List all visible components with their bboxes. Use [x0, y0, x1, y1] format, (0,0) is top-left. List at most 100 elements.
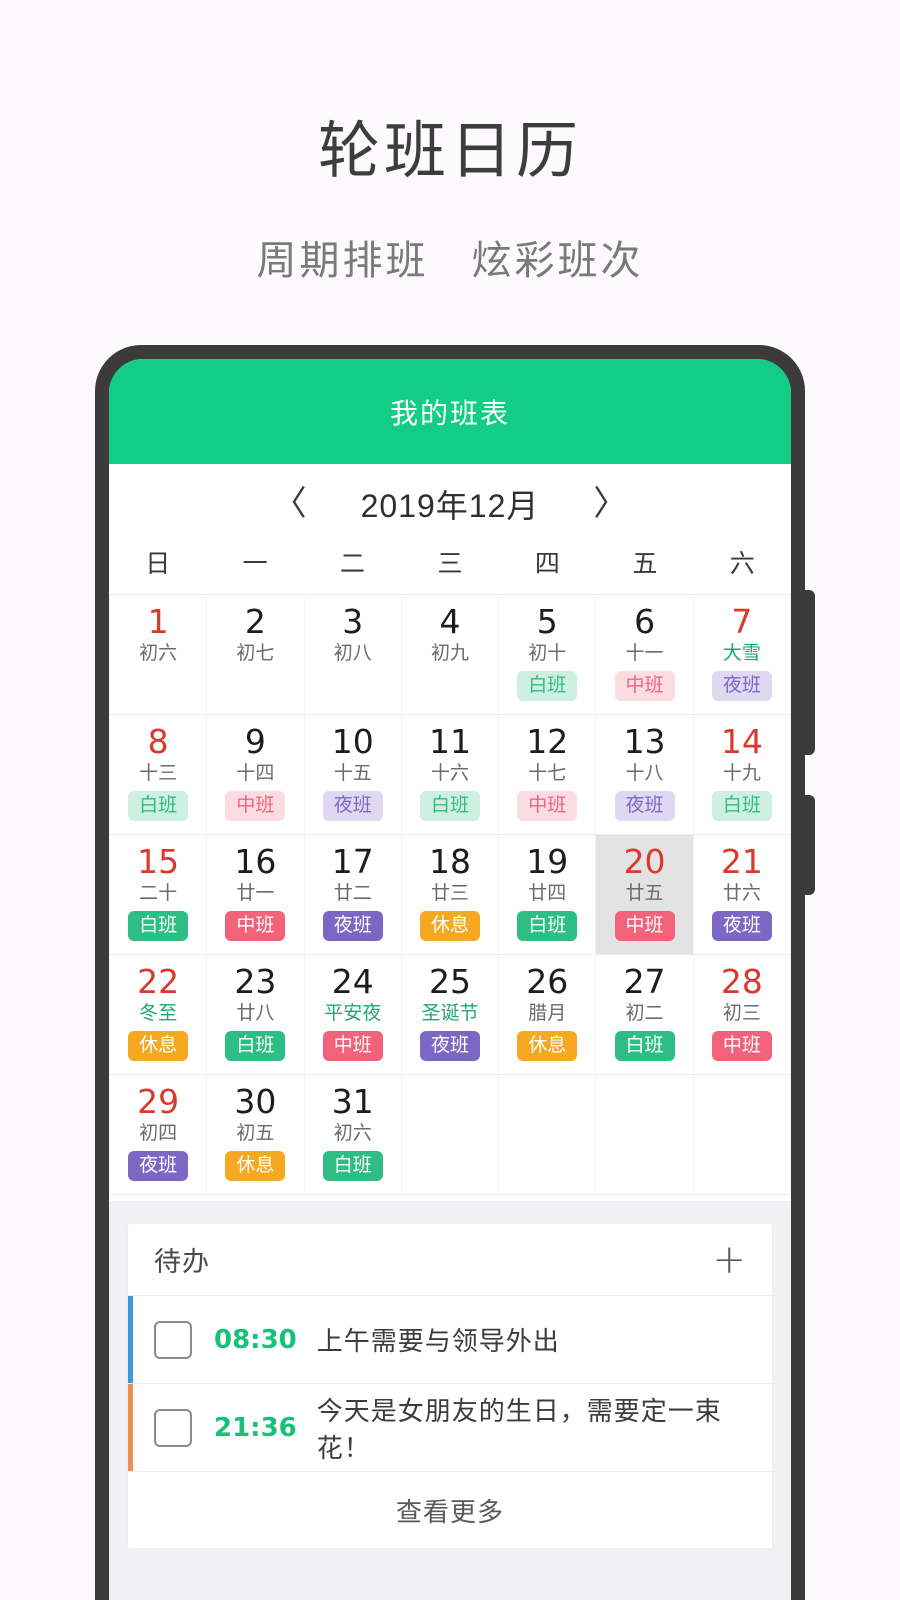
calendar-day-cell[interactable]: 21 廿六 夜班 — [693, 835, 791, 955]
lunar-label: 廿二 — [333, 882, 372, 904]
calendar-day-cell[interactable]: 7 大雪 夜班 — [693, 595, 791, 715]
day-number: 28 — [720, 962, 763, 1001]
day-number: 30 — [234, 1082, 277, 1121]
chevron-right-icon[interactable]: 〉 — [587, 487, 633, 521]
lunar-label: 初三 — [722, 1002, 761, 1024]
lunar-label: 十七 — [528, 762, 567, 784]
calendar-day-cell[interactable]: 22 冬至 休息 — [110, 955, 208, 1075]
lunar-label: 廿五 — [625, 882, 664, 904]
calendar-empty-cell — [499, 1075, 597, 1195]
todo-section: 待办 + 08:30 上午需要与领导外出 21:36 今天是女朋友的生日，需要定一束花… — [109, 1201, 791, 1600]
weekday-label: 四 — [534, 550, 560, 578]
lunar-label: 初十 — [528, 642, 567, 664]
shift-badge: 夜班 — [711, 910, 772, 942]
calendar-day-cell[interactable]: 31 初六 白班 — [304, 1075, 402, 1195]
day-number: 5 — [536, 602, 558, 641]
app-bar: 我的班表 — [109, 359, 791, 464]
calendar-day-cell[interactable]: 9 十四 中班 — [207, 715, 305, 835]
lunar-label: 十五 — [333, 762, 372, 784]
calendar-day-cell[interactable]: 15 二十 白班 — [110, 835, 208, 955]
calendar-day-cell[interactable]: 23 廿八 白班 — [207, 955, 305, 1075]
calendar-day-cell[interactable]: 24 平安夜 中班 — [304, 955, 402, 1075]
calendar-day-cell[interactable]: 28 初三中班 — [693, 955, 791, 1075]
lunar-label: 初七 — [236, 642, 275, 664]
lunar-label: 十八 — [625, 762, 664, 784]
day-number: 29 — [137, 1082, 180, 1121]
lunar-label: 初九 — [430, 642, 469, 664]
lunar-label: 十一 — [625, 642, 664, 664]
day-number: 19 — [526, 842, 569, 881]
calendar-day-cell[interactable]: 26 腊月 休息 — [499, 955, 597, 1075]
shift-badge: 白班 — [322, 1150, 383, 1182]
todo-list-item[interactable]: 08:30 上午需要与领导外出 — [128, 1296, 772, 1384]
todo-time: 08:30 — [214, 1324, 297, 1355]
phone-screen: 我的班表 〈 2019年12月 〉 日一二三四五六 1 初六 2 初七 3 初八 4 初九 5 初… — [109, 359, 791, 1600]
add-todo-icon[interactable]: + — [712, 1240, 746, 1280]
shift-badge: 中班 — [225, 910, 286, 942]
calendar-day-cell[interactable]: 10 十五 夜班 — [304, 715, 402, 835]
weekday-label: 六 — [729, 550, 755, 578]
calendar-day-cell[interactable]: 25 圣诞节 夜班 — [401, 955, 500, 1075]
todo-checkbox[interactable] — [154, 1408, 192, 1447]
lunar-label: 初四 — [139, 1122, 178, 1144]
lunar-label: 初八 — [333, 642, 372, 664]
calendar-day-cell[interactable]: 13 十八 夜班 — [596, 715, 694, 835]
calendar-day-cell[interactable]: 30 初五 休息 — [207, 1075, 305, 1195]
calendar-day-cell[interactable]: 19 廿四 白班 — [499, 835, 597, 955]
phone-power-button — [803, 795, 815, 895]
shift-badge: 夜班 — [322, 790, 383, 822]
calendar-day-cell[interactable]: 4 初九 — [401, 595, 500, 715]
calendar-day-cell[interactable]: 16 廿一 中班 — [207, 835, 305, 955]
lunar-label: 腊月 — [528, 1002, 567, 1024]
day-number: 14 — [720, 722, 763, 761]
calendar-day-cell[interactable]: 1 初六 — [110, 595, 208, 715]
shift-badge: 中班 — [322, 1030, 383, 1062]
todo-list-item[interactable]: 21:36 今天是女朋友的生日，需要定一束花！ — [128, 1384, 772, 1472]
calendar-day-cell[interactable]: 14 十九 白班 — [693, 715, 791, 835]
lunar-label: 初六 — [333, 1122, 372, 1144]
lunar-label: 大雪 — [722, 642, 761, 664]
phone-volume-button — [803, 590, 815, 755]
lunar-label: 初六 — [139, 642, 178, 664]
shift-badge: 白班 — [517, 910, 578, 942]
lunar-label: 十四 — [236, 762, 275, 784]
calendar-day-cell[interactable]: 18 廿三 休息 — [401, 835, 500, 955]
calendar-day-cell[interactable]: 3 初八 — [304, 595, 402, 715]
todo-accent-bar — [128, 1384, 133, 1471]
day-number: 1 — [147, 602, 169, 641]
lunar-label: 十九 — [722, 762, 761, 784]
day-number: 9 — [244, 722, 266, 761]
calendar-day-cell[interactable]: 2 初七 — [207, 595, 305, 715]
shift-badge: 白班 — [517, 670, 578, 702]
page-subtitle: 周期排班 炫彩班次 — [256, 239, 644, 283]
month-label[interactable]: 2019年12月 — [361, 481, 540, 527]
calendar-day-cell[interactable]: 27 初二 白班 — [596, 955, 694, 1075]
shift-badge: 中班 — [711, 1030, 772, 1062]
shift-badge: 夜班 — [711, 670, 772, 702]
lunar-label: 冬至 — [139, 1002, 178, 1024]
weekday-header: 日一二三四五六 — [109, 544, 791, 594]
shift-badge: 白班 — [128, 790, 189, 822]
day-number: 8 — [147, 722, 169, 761]
promo-page: 轮班日历 周期排班 炫彩班次 我的班表 〈 2019年12月 〉 日 一 二 三 四 五 六… — [0, 0, 900, 1600]
calendar-day-cell[interactable]: 5 初十白班 — [499, 595, 597, 715]
day-number: 17 — [331, 842, 374, 881]
calendar-day-cell[interactable]: 17 廿二 夜班 — [304, 835, 402, 955]
day-number: 23 — [234, 962, 277, 1001]
todo-accent-bar — [128, 1296, 133, 1383]
chevron-left-icon[interactable]: 〈 — [267, 487, 313, 521]
todo-checkbox[interactable] — [154, 1320, 192, 1359]
calendar-empty-cell — [693, 1075, 791, 1195]
lunar-label: 廿一 — [236, 882, 275, 904]
calendar-day-cell[interactable]: 8 十三 白班 — [110, 715, 208, 835]
calendar-day-cell[interactable]: 6 十一 中班 — [596, 595, 694, 715]
calendar-day-cell[interactable]: 11 十六 白班 — [401, 715, 500, 835]
todo-time: 21:36 — [214, 1412, 297, 1443]
calendar-empty-cell — [596, 1075, 694, 1195]
calendar-day-cell[interactable]: 12 十七 中班 — [499, 715, 597, 835]
calendar-day-cell[interactable]: 29 初四 夜班 — [110, 1075, 208, 1195]
view-more-button[interactable]: 查看更多 — [128, 1472, 772, 1548]
calendar-day-cell[interactable]: 20 廿五 中班 — [596, 835, 694, 955]
shift-badge: 中班 — [614, 670, 675, 702]
day-number: 2 — [244, 602, 266, 641]
